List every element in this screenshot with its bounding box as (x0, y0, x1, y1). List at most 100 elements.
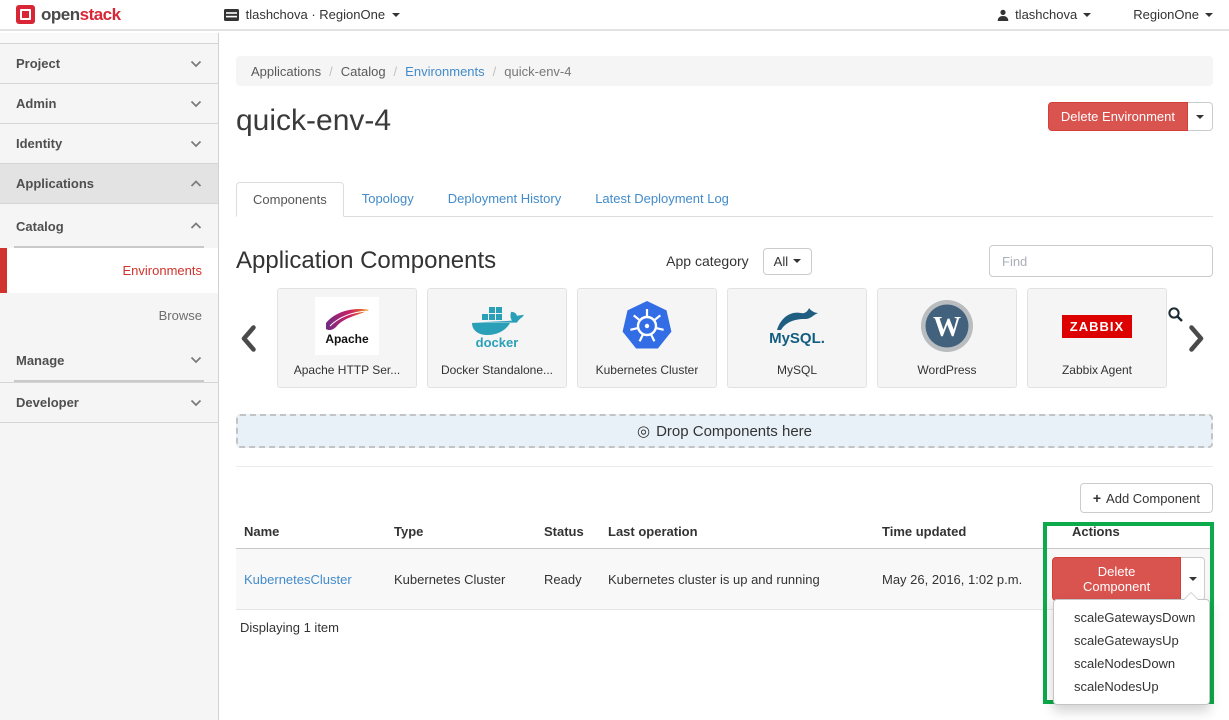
openstack-logo-icon (16, 5, 35, 24)
delete-component-button[interactable]: Delete Component (1052, 557, 1181, 601)
breadcrumb-applications: Applications (251, 64, 321, 79)
breadcrumb-catalog: Catalog (341, 64, 386, 79)
sidebar-item-browse[interactable]: Browse (0, 293, 218, 338)
zabbix-logo: ZABBIX (1062, 315, 1132, 338)
component-last-operation: Kubernetes cluster is up and running (600, 549, 874, 610)
tab-latest-deployment-log[interactable]: Latest Deployment Log (579, 182, 745, 217)
domain-list-icon (224, 9, 239, 21)
caret-down-icon (1196, 115, 1204, 119)
region-label: RegionOne (1133, 7, 1199, 22)
components-panel: Application Components App category All (236, 245, 1213, 645)
tile-mysql[interactable]: MySQL. MySQL (727, 288, 867, 388)
horizon-dashboard: openstack tlashchova · RegionOne tlashch… (0, 0, 1229, 720)
tab-deployment-history[interactable]: Deployment History (432, 182, 577, 217)
drop-zone-label: Drop Components here (656, 423, 812, 440)
user-menu[interactable]: tlashchova (997, 7, 1091, 22)
sidebar-item-project[interactable]: Project (0, 44, 218, 84)
carousel-prev-button[interactable] (236, 288, 260, 388)
menu-item-scale-nodes-down[interactable]: scaleNodesDown (1054, 652, 1209, 675)
top-navbar: openstack tlashchova · RegionOne tlashch… (0, 0, 1229, 31)
mysql-logo: MySQL. (769, 307, 825, 346)
chevron-right-icon (1189, 325, 1204, 352)
tile-label: Docker Standalone... (441, 363, 553, 377)
chevron-left-icon (241, 325, 256, 352)
breadcrumb: Applications / Catalog / Environments / … (236, 56, 1213, 86)
app-category-label: App category (666, 253, 749, 269)
kubernetes-logo (622, 301, 672, 351)
app-category-dropdown[interactable]: All (763, 248, 812, 275)
delete-environment-dropdown-toggle[interactable] (1188, 102, 1213, 131)
project-context-switcher[interactable]: tlashchova · RegionOne (224, 7, 400, 22)
component-actions-menu: scaleGatewaysDown scaleGatewaysUp scaleN… (1053, 599, 1210, 705)
tab-components[interactable]: Components (236, 182, 344, 217)
menu-item-scale-nodes-up[interactable]: scaleNodesUp (1054, 675, 1209, 698)
sidebar: Project Admin Identity Applications Cata… (0, 33, 219, 720)
component-type: Kubernetes Cluster (386, 549, 536, 610)
context-label: tlashchova · RegionOne (246, 7, 385, 22)
chevron-up-icon (190, 180, 202, 188)
tile-list: Apache Apache HTTP Ser... (277, 288, 1167, 388)
tile-label: WordPress (917, 363, 976, 377)
column-time-updated: Time updated (874, 515, 1044, 549)
table-actions-row: + Add Component (236, 483, 1213, 513)
tile-label: Apache HTTP Ser... (294, 363, 401, 377)
find-input[interactable] (989, 245, 1213, 277)
caret-down-icon (1189, 577, 1197, 581)
sidebar-item-developer[interactable]: Developer (0, 383, 218, 423)
delete-environment-split-button: Delete Environment (1048, 102, 1213, 131)
sidebar-item-environments[interactable]: Environments (0, 248, 218, 293)
section-divider (236, 466, 1213, 467)
svg-text:W: W (933, 312, 961, 343)
search-icon[interactable] (1168, 307, 1183, 322)
menu-item-scale-gateways-down[interactable]: scaleGatewaysDown (1054, 606, 1209, 629)
table-header-row: Name Type Status Last operation Time upd… (236, 515, 1213, 549)
target-icon: ◎ (637, 422, 650, 440)
component-name-link[interactable]: KubernetesCluster (244, 572, 352, 587)
sidebar-top-strip (0, 33, 218, 44)
column-name: Name (236, 515, 386, 549)
components-carousel: Apache Apache HTTP Ser... (236, 288, 1213, 388)
page-title: quick-env-4 (236, 102, 391, 140)
docker-logo: docker (468, 304, 526, 349)
drop-components-zone[interactable]: ◎ Drop Components here (236, 414, 1213, 448)
tile-kubernetes[interactable]: Kubernetes Cluster (577, 288, 717, 388)
detail-tabs: Components Topology Deployment History L… (236, 182, 1213, 217)
tile-apache[interactable]: Apache Apache HTTP Ser... (277, 288, 417, 388)
tile-docker[interactable]: docker Docker Standalone... (427, 288, 567, 388)
chevron-down-icon (190, 356, 202, 364)
sidebar-item-applications[interactable]: Applications (0, 164, 218, 204)
chevron-up-icon (190, 222, 202, 230)
carousel-next-button[interactable] (1184, 288, 1208, 388)
chevron-down-icon (190, 399, 202, 407)
delete-environment-button[interactable]: Delete Environment (1048, 102, 1188, 131)
sidebar-item-admin[interactable]: Admin (0, 84, 218, 124)
docker-whale-icon (468, 304, 526, 338)
sidebar-item-catalog[interactable]: Catalog (0, 204, 218, 248)
caret-down-icon (793, 259, 801, 263)
apache-logo: Apache (315, 297, 379, 355)
tile-label: Kubernetes Cluster (596, 363, 699, 377)
tile-label: Zabbix Agent (1062, 363, 1132, 377)
tile-wordpress[interactable]: W WordPress (877, 288, 1017, 388)
mysql-dolphin-icon (775, 307, 819, 331)
components-panel-header: Application Components App category All (236, 245, 1213, 277)
menu-item-scale-gateways-up[interactable]: scaleGatewaysUp (1054, 629, 1209, 652)
component-status: Ready (536, 549, 600, 610)
navbar-right: tlashchova RegionOne (997, 7, 1229, 22)
sidebar-item-identity[interactable]: Identity (0, 124, 218, 164)
add-component-button[interactable]: + Add Component (1080, 483, 1213, 513)
region-menu[interactable]: RegionOne (1133, 7, 1213, 22)
user-icon (997, 9, 1009, 21)
brand-wordmark: openstack (41, 5, 121, 25)
manage-underline (14, 380, 204, 382)
sidebar-item-manage[interactable]: Manage (0, 338, 218, 382)
openstack-brand[interactable]: openstack (0, 5, 121, 25)
chevron-down-icon (190, 100, 202, 108)
column-type: Type (386, 515, 536, 549)
tile-zabbix[interactable]: ZABBIX Zabbix Agent (1027, 288, 1167, 388)
apache-feather-icon (324, 307, 370, 333)
tab-topology[interactable]: Topology (346, 182, 430, 217)
tile-label: MySQL (777, 363, 817, 377)
breadcrumb-current: quick-env-4 (504, 64, 571, 79)
breadcrumb-environments-link[interactable]: Environments (405, 64, 484, 79)
